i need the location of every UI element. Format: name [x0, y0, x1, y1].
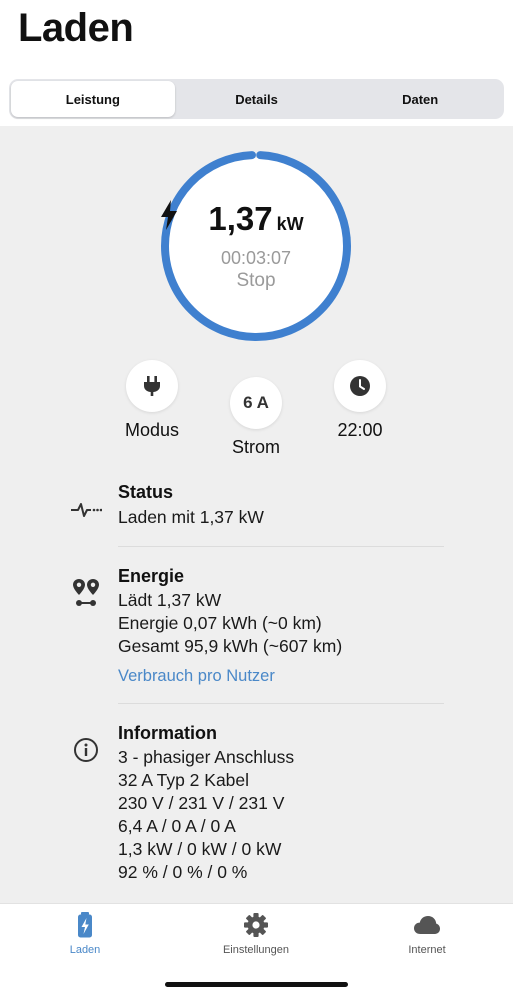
timer-label: 22:00 [337, 420, 383, 440]
tab-internet[interactable]: Internet [372, 904, 482, 974]
header: Laden Leistung Details Daten [0, 0, 513, 126]
energy-line: Gesamt 95,9 kWh (~607 km) [118, 636, 343, 656]
battery-charging-icon [78, 912, 92, 938]
energy-title: Energie [118, 566, 185, 586]
usage-per-user-link[interactable]: Verbrauch pro Nutzer [118, 667, 275, 686]
lightning-bolt-icon [161, 200, 177, 230]
tab-daten[interactable]: Daten [338, 81, 502, 117]
tab-label: Laden [69, 944, 101, 956]
divider [118, 703, 444, 704]
mode-button[interactable] [126, 360, 178, 412]
energy-line: Lädt 1,37 kW [118, 590, 222, 610]
mode-label: Modus [124, 420, 180, 440]
tab-leistung[interactable]: Leistung [11, 81, 175, 117]
information-line: 3 - phasiger Anschluss [118, 747, 295, 767]
information-line: 92 % / 0 % / 0 % [118, 862, 248, 882]
status-line: Laden mit 1,37 kW [118, 507, 264, 527]
page-title: Laden [18, 6, 134, 50]
current-label: Strom [231, 437, 280, 457]
progress-ring [161, 151, 351, 341]
power-unit: kW [276, 214, 304, 234]
route-pins-icon [73, 579, 99, 606]
power-display: 1,37 kW [160, 200, 352, 238]
current-value: 6 A [243, 393, 269, 412]
segmented-control: Leistung Details Daten [9, 79, 504, 119]
stop-button[interactable]: Stop [160, 270, 352, 292]
elapsed-time: 00:03:07 [220, 248, 292, 268]
energy-line: Energie 0,07 kWh (~0 km) [118, 613, 322, 633]
info-icon [74, 738, 98, 762]
home-indicator [165, 982, 348, 987]
tab-label: Internet [408, 944, 446, 956]
cloud-icon [414, 916, 440, 934]
divider [118, 546, 444, 547]
tab-einstellungen[interactable]: Einstellungen [201, 904, 311, 974]
gear-icon [244, 913, 268, 937]
charging-power-ring[interactable]: 1,37 kW 00:03:07 Stop [160, 150, 352, 342]
tab-laden[interactable]: Laden [30, 904, 140, 974]
tab-label: Einstellungen [222, 944, 290, 956]
information-line: 230 V / 231 V / 231 V [118, 793, 285, 813]
current-button[interactable]: 6 A [230, 377, 282, 429]
pulse-icon [71, 503, 102, 517]
information-line: 1,3 kW / 0 kW / 0 kW [118, 839, 282, 859]
information-line: 32 A Typ 2 Kabel [118, 770, 250, 790]
clock-icon [350, 376, 370, 396]
plug-icon [144, 376, 160, 396]
information-line: 6,4 A / 0 A / 0 A [118, 816, 236, 836]
information-title: Information [118, 723, 217, 743]
timer-button[interactable] [334, 360, 386, 412]
status-title: Status [118, 482, 174, 502]
power-value: 1,37 [208, 200, 273, 237]
tab-details[interactable]: Details [175, 81, 339, 117]
